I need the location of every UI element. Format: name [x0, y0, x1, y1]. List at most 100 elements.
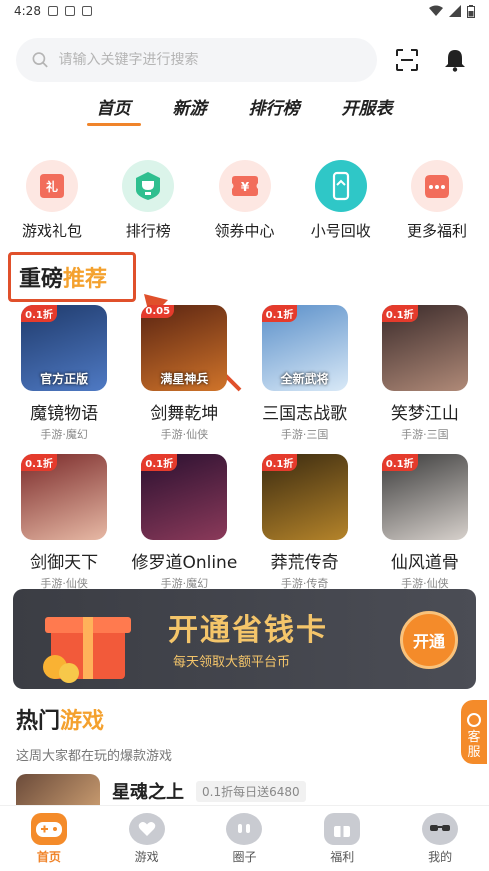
gift-box-illustration-icon: [43, 617, 131, 683]
game-cover: 0.1折: [381, 454, 468, 540]
bottom-nav: 首页 游戏 圈子 福利 我的: [0, 805, 489, 871]
service-label-1: 客: [467, 730, 481, 745]
scan-icon: [396, 49, 418, 71]
game-card[interactable]: 0.05 满星神兵 剑舞乾坤 手游·仙侠: [128, 305, 240, 442]
cover-text: 官方正版: [40, 372, 89, 386]
cover-text: 全新武将: [280, 372, 329, 386]
gift-icon: 礼: [26, 160, 78, 212]
circle-chat-icon: [226, 812, 263, 845]
game-card[interactable]: 0.1折 修罗道Online 手游·魔幻: [128, 454, 240, 591]
game-cover: 0.1折: [21, 454, 108, 540]
sunglasses-face-icon: [422, 812, 459, 845]
search-box[interactable]: [16, 38, 377, 82]
game-cover: 0.1折 官方正版: [21, 305, 108, 391]
game-card[interactable]: 0.1折 笑梦江山 手游·三国: [369, 305, 481, 442]
quick-item-more-benefits[interactable]: 更多福利: [393, 160, 481, 241]
gamepad-icon: [30, 812, 67, 845]
nav-games[interactable]: 游戏: [112, 812, 182, 865]
game-card[interactable]: 0.1折 莽荒传奇 手游·传奇: [249, 454, 361, 591]
signal-icon: [449, 5, 461, 17]
scan-button[interactable]: [389, 42, 425, 78]
status-bar: 4:28: [0, 0, 489, 22]
featured-title-part-2: 推荐: [63, 267, 108, 292]
search-input[interactable]: [58, 52, 361, 68]
game-cover: 0.1折: [141, 454, 228, 540]
quick-label: 排行榜: [125, 222, 171, 240]
more-icon: [411, 160, 463, 212]
discount-badge: 0.1折: [381, 454, 418, 471]
savings-card-banner[interactable]: 开通省钱卡 每天领取大额平台币 开通: [13, 589, 476, 689]
quick-label: 小号回收: [310, 222, 371, 240]
status-time: 4:28: [14, 4, 41, 18]
quick-label: 更多福利: [406, 222, 467, 240]
quick-item-gift-pack[interactable]: 礼 游戏礼包: [8, 160, 96, 241]
nav-mine[interactable]: 我的: [405, 812, 475, 865]
discount-badge: 0.1折: [21, 454, 57, 471]
nav-label: 首页: [36, 849, 61, 864]
game-name: 笑梦江山: [390, 404, 459, 424]
game-name: 修罗道Online: [131, 553, 238, 573]
game-name: 仙风道骨: [390, 553, 459, 573]
hot-title-part-2: 游戏: [60, 709, 105, 734]
nav-label: 游戏: [134, 849, 159, 864]
quick-entries: 礼 游戏礼包 排行榜 ¥ 领券中心 小号回收 更多福利: [8, 160, 481, 241]
gift-box-icon: [324, 812, 361, 845]
top-tabs: 首页 新游 排行榜 开服表: [0, 96, 489, 130]
game-tag: 手游·三国: [280, 428, 329, 441]
nav-label: 我的: [428, 849, 453, 864]
quick-item-ranking[interactable]: 排行榜: [104, 160, 192, 241]
game-name: 三国志战歌: [262, 404, 348, 424]
featured-section-title: 重磅 推荐: [8, 252, 136, 302]
nav-circle[interactable]: 圈子: [209, 812, 279, 865]
headset-icon: [467, 713, 481, 727]
tab-new-games[interactable]: 新游: [169, 96, 211, 126]
game-card[interactable]: 0.1折 剑御天下 手游·仙侠: [8, 454, 120, 591]
games-row-2: 0.1折 剑御天下 手游·仙侠 0.1折 修罗道Online 手游·魔幻 0.1…: [0, 454, 489, 591]
tab-ranking[interactable]: 排行榜: [245, 96, 304, 126]
svg-text:礼: 礼: [46, 179, 58, 194]
hot-title-part-1: 热门: [16, 709, 61, 734]
banner-subtitle: 每天领取大额平台币: [173, 655, 291, 670]
coupon-icon: ¥: [218, 160, 271, 212]
quick-label: 游戏礼包: [21, 222, 82, 240]
battery-icon: [467, 4, 475, 18]
game-cover: 0.05 满星神兵: [141, 305, 228, 391]
search-row: [16, 38, 473, 82]
game-name: 莽荒传奇: [270, 553, 339, 573]
activate-button[interactable]: 开通: [400, 611, 458, 669]
bell-icon: [445, 50, 465, 72]
notification-button[interactable]: [437, 42, 473, 78]
nav-home[interactable]: 首页: [14, 812, 84, 865]
tab-server-list[interactable]: 开服表: [338, 96, 397, 126]
quick-item-coupon-center[interactable]: ¥ 领券中心: [201, 160, 289, 241]
quick-item-account-recycle[interactable]: 小号回收: [297, 160, 385, 241]
game-tag: 手游·仙侠: [160, 428, 209, 441]
notification-a-icon: [47, 6, 58, 16]
nav-label: 福利: [330, 849, 355, 864]
quick-label: 领券中心: [214, 222, 275, 240]
game-name: 魔镜物语: [30, 404, 99, 424]
discount-badge: 0.1折: [261, 305, 298, 322]
hot-game-promo: 0.1折每日送6480: [196, 780, 306, 802]
service-label-2: 服: [467, 745, 481, 760]
nav-benefits[interactable]: 福利: [307, 812, 377, 865]
game-cover: 0.1折: [381, 305, 468, 391]
trophy-icon: [122, 160, 175, 212]
tab-home[interactable]: 首页: [86, 96, 141, 126]
search-icon: [32, 52, 48, 68]
game-card[interactable]: 0.1折 仙风道骨 手游·仙侠: [369, 454, 481, 591]
hot-games-title: 热门游戏: [16, 703, 104, 735]
games-row-1: 0.1折 官方正版 魔镜物语 手游·魔幻 0.05 满星神兵 剑舞乾坤 手游·仙…: [0, 305, 489, 442]
game-tag: 手游·三国: [401, 428, 449, 441]
hot-game-item[interactable]: 星魂之上 0.1折每日送6480: [16, 774, 473, 808]
featured-title-part-1: 重磅: [19, 267, 64, 292]
hot-game-cover: [16, 774, 100, 808]
wifi-icon: [429, 5, 443, 16]
game-tag: 手游·魔幻: [40, 428, 88, 441]
phone-icon: [314, 160, 367, 212]
discount-badge: 0.1折: [381, 305, 418, 322]
game-card[interactable]: 0.1折 全新武将 三国志战歌 手游·三国: [249, 305, 361, 442]
customer-service-button[interactable]: 客 服: [461, 700, 487, 764]
game-card[interactable]: 0.1折 官方正版 魔镜物语 手游·魔幻: [8, 305, 120, 442]
nav-label: 圈子: [232, 849, 257, 864]
